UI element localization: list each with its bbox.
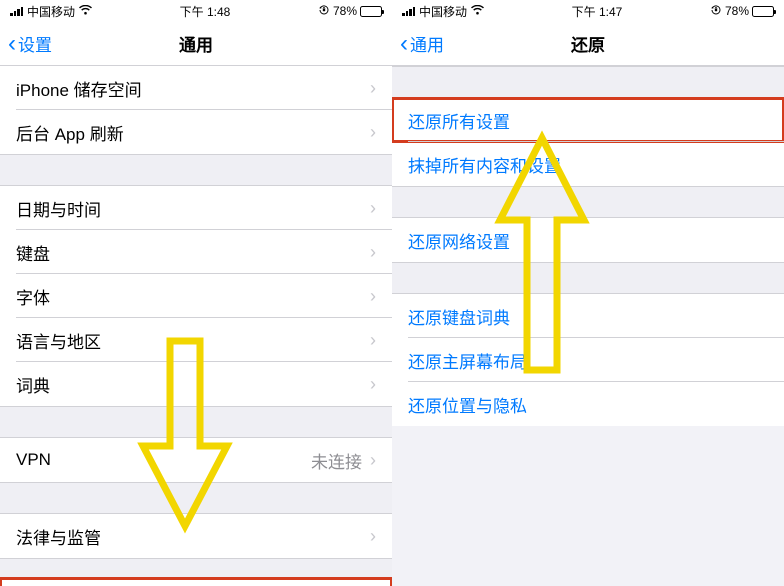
group-spacer (0, 154, 392, 186)
settings-group-vpn: VPN 未连接 › (0, 438, 392, 482)
wifi-icon (79, 5, 92, 18)
row-label: 还原网络设置 (408, 228, 510, 253)
row-reset-all-settings[interactable]: 还原所有设置 (392, 98, 784, 142)
battery-pct-label: 78% (333, 4, 357, 18)
row-label: 法律与监管 (16, 524, 101, 549)
reset-group-network: 还原网络设置 (392, 218, 784, 262)
row-label: VPN (16, 450, 51, 470)
row-label: 还原主屏幕布局 (408, 348, 527, 373)
row-label: 还原位置与隐私 (408, 392, 527, 417)
settings-list: iPhone 储存空间 › 后台 App 刷新 › 日期与时间 › 键盘 › 字… (0, 66, 392, 586)
row-label: 词典 (16, 372, 50, 397)
nav-bar: ‹ 通用 还原 (392, 22, 784, 66)
back-label: 设置 (18, 31, 52, 56)
group-spacer (392, 66, 784, 98)
battery-icon (360, 6, 382, 17)
back-button[interactable]: ‹ 通用 (392, 31, 444, 56)
chevron-right-icon: › (370, 526, 376, 547)
chevron-right-icon: › (370, 450, 376, 471)
rotation-lock-icon (710, 4, 722, 19)
back-button[interactable]: ‹ 设置 (0, 31, 52, 56)
row-reset-keyboard-dict[interactable]: 还原键盘词典 (392, 294, 784, 338)
row-label: iPhone 储存空间 (16, 76, 142, 101)
page-title: 还原 (571, 31, 605, 56)
row-label: 日期与时间 (16, 196, 101, 221)
battery-pct-label: 78% (725, 4, 749, 18)
reset-group-misc: 还原键盘词典 还原主屏幕布局 还原位置与隐私 (392, 294, 784, 426)
row-value: 未连接 (311, 448, 362, 473)
settings-group-legal: 法律与监管 › (0, 514, 392, 558)
row-keyboard[interactable]: 键盘 › (0, 230, 392, 274)
group-spacer (392, 186, 784, 218)
chevron-right-icon: › (370, 198, 376, 219)
row-reset-location-privacy[interactable]: 还原位置与隐私 (392, 382, 784, 426)
chevron-right-icon: › (370, 330, 376, 351)
reset-group-main: 还原所有设置 抹掉所有内容和设置 (392, 98, 784, 186)
group-spacer (0, 482, 392, 514)
phone-screen-reset: 中国移动 下午 1:47 78% ‹ 通用 还原 还原所有设置 抹 (392, 0, 784, 586)
group-spacer (0, 558, 392, 578)
row-language-region[interactable]: 语言与地区 › (0, 318, 392, 362)
row-date-time[interactable]: 日期与时间 › (0, 186, 392, 230)
signal-icon (10, 6, 23, 16)
chevron-right-icon: › (370, 78, 376, 99)
chevron-right-icon: › (370, 286, 376, 307)
page-title: 通用 (179, 31, 213, 56)
carrier-label: 中国移动 (27, 3, 75, 20)
row-background-refresh[interactable]: 后台 App 刷新 › (0, 110, 392, 154)
settings-group-reset: 还原 › (0, 578, 392, 586)
reset-list: 还原所有设置 抹掉所有内容和设置 还原网络设置 还原键盘词典 还原主屏幕布局 还… (392, 66, 784, 426)
row-label: 后台 App 刷新 (16, 120, 124, 145)
row-label: 字体 (16, 284, 50, 309)
wifi-icon (471, 5, 484, 18)
back-label: 通用 (410, 31, 444, 56)
row-vpn[interactable]: VPN 未连接 › (0, 438, 392, 482)
phone-screen-general: 中国移动 下午 1:48 78% ‹ 设置 通用 iPhone 储存空间 › (0, 0, 392, 586)
row-label: 键盘 (16, 240, 50, 265)
group-spacer (392, 262, 784, 294)
chevron-left-icon: ‹ (8, 32, 16, 56)
row-erase-all[interactable]: 抹掉所有内容和设置 (392, 142, 784, 186)
chevron-left-icon: ‹ (400, 32, 408, 56)
time-label: 下午 1:47 (572, 3, 623, 20)
chevron-right-icon: › (370, 242, 376, 263)
status-bar: 中国移动 下午 1:47 78% (392, 0, 784, 22)
row-label: 语言与地区 (16, 328, 101, 353)
settings-group-storage: iPhone 储存空间 › 后台 App 刷新 › (0, 66, 392, 154)
battery-icon (752, 6, 774, 17)
row-label: 抹掉所有内容和设置 (408, 152, 561, 177)
chevron-right-icon: › (370, 122, 376, 143)
status-bar: 中国移动 下午 1:48 78% (0, 0, 392, 22)
row-iphone-storage[interactable]: iPhone 储存空间 › (0, 66, 392, 110)
row-reset-home-layout[interactable]: 还原主屏幕布局 (392, 338, 784, 382)
chevron-right-icon: › (370, 374, 376, 395)
row-fonts[interactable]: 字体 › (0, 274, 392, 318)
time-label: 下午 1:48 (180, 3, 231, 20)
row-label: 还原所有设置 (408, 108, 510, 133)
row-dictionary[interactable]: 词典 › (0, 362, 392, 406)
nav-bar: ‹ 设置 通用 (0, 22, 392, 66)
row-reset[interactable]: 还原 › (0, 578, 392, 586)
row-legal[interactable]: 法律与监管 › (0, 514, 392, 558)
carrier-label: 中国移动 (419, 3, 467, 20)
signal-icon (402, 6, 415, 16)
settings-group-system: 日期与时间 › 键盘 › 字体 › 语言与地区 › 词典 › (0, 186, 392, 406)
row-reset-network[interactable]: 还原网络设置 (392, 218, 784, 262)
rotation-lock-icon (318, 4, 330, 19)
row-label: 还原键盘词典 (408, 304, 510, 329)
group-spacer (0, 406, 392, 438)
